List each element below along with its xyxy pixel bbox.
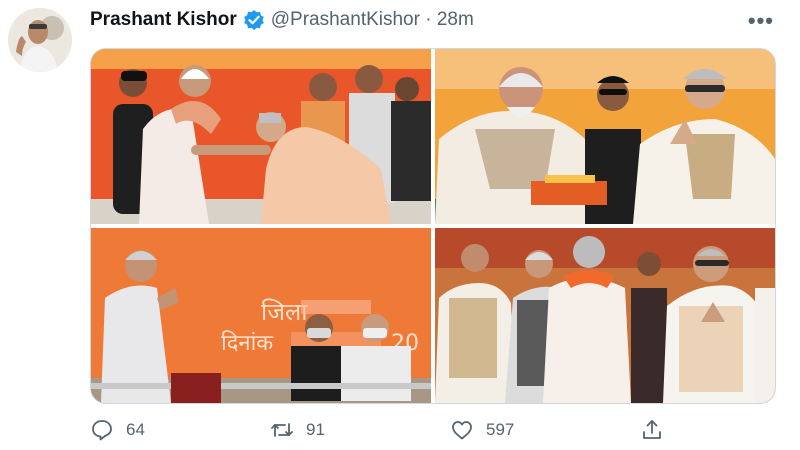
reply-icon <box>92 420 112 441</box>
photo-2[interactable] <box>435 49 775 224</box>
reply-button[interactable]: 64 <box>90 414 145 446</box>
retweet-count: 91 <box>306 420 325 439</box>
author-name[interactable]: Prashant Kishor <box>90 9 237 31</box>
tweet: Prashant Kishor @PrashantKishor · 28m ••… <box>0 0 800 450</box>
tweet-header: Prashant Kishor @PrashantKishor · 28m <box>90 6 474 34</box>
heart-icon <box>452 421 472 440</box>
share-icon <box>643 420 661 439</box>
banner-text-2: दिनांक <box>221 330 274 356</box>
reply-count: 64 <box>126 420 145 439</box>
verified-badge-icon <box>243 9 265 31</box>
like-button[interactable]: 597 <box>450 414 514 446</box>
retweet-button[interactable]: 91 <box>270 414 325 446</box>
tweet-actions: 64 91 597 <box>90 414 780 446</box>
author-handle-time[interactable]: @PrashantKishor · 28m <box>271 9 474 31</box>
avatar[interactable] <box>8 8 72 72</box>
photo-3[interactable]: जिला दिनांक 20 <box>91 228 431 403</box>
avatar-image <box>8 8 72 72</box>
like-count: 597 <box>486 420 515 439</box>
retweet-icon <box>271 423 293 437</box>
photo-4[interactable] <box>435 228 775 403</box>
share-button[interactable] <box>640 414 664 446</box>
photo-1[interactable] <box>91 49 431 224</box>
more-horizontal-icon[interactable]: ••• <box>748 8 774 34</box>
media-grid: जिला दिनांक 20 <box>90 48 776 404</box>
